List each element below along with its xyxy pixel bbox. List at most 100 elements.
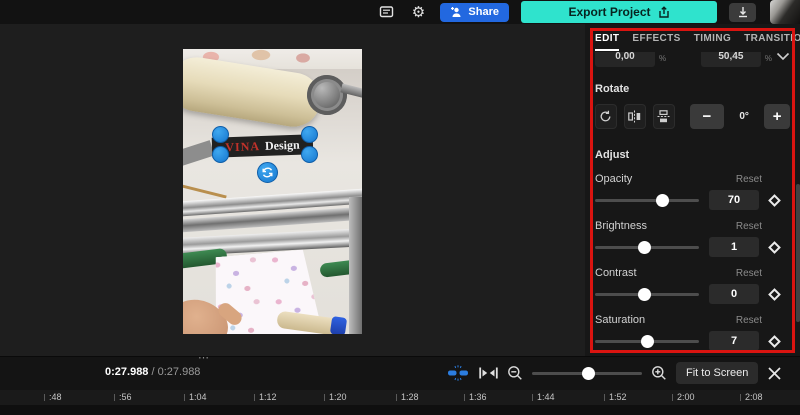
contrast-control: Contrast Reset 0 bbox=[585, 264, 800, 304]
rotate-decrease-button[interactable]: − bbox=[689, 104, 725, 129]
saturation-slider[interactable] bbox=[595, 334, 699, 348]
tab-timing[interactable]: TIMING bbox=[694, 33, 731, 51]
timeline-controls: Fit to Screen bbox=[446, 362, 782, 384]
flip-vertical-icon bbox=[657, 110, 670, 123]
export-project-button[interactable]: Export Project bbox=[521, 1, 717, 23]
ruler-label: 1:36 bbox=[464, 392, 487, 402]
opacity-slider[interactable] bbox=[595, 193, 699, 207]
ruler-label: :56 bbox=[114, 392, 132, 402]
brightness-label: Brightness bbox=[595, 220, 647, 232]
selection-handle-top-left[interactable] bbox=[212, 126, 229, 143]
rotate-selection-handle[interactable] bbox=[257, 162, 278, 183]
adjust-section-title: Adjust bbox=[595, 149, 630, 161]
panel-scrollbar[interactable] bbox=[796, 184, 800, 322]
tab-transitions[interactable]: TRANSITIONS bbox=[744, 33, 800, 51]
share-label: Share bbox=[468, 6, 499, 18]
close-icon[interactable] bbox=[767, 366, 782, 381]
brightness-slider-thumb[interactable] bbox=[637, 240, 651, 254]
export-label: Export Project bbox=[568, 5, 651, 19]
saturation-slider-thumb[interactable] bbox=[641, 334, 654, 348]
flip-vertical-button[interactable] bbox=[652, 104, 675, 129]
transform-values-row: 0,00 % 50,45 % bbox=[595, 52, 790, 69]
transform-value-field[interactable]: 0,00 bbox=[595, 52, 655, 67]
timecode-display: 0:27.988 / 0:27.988 bbox=[105, 366, 200, 378]
ruler-label: 1:28 bbox=[396, 392, 419, 402]
zoom-in-icon[interactable] bbox=[651, 365, 667, 381]
flip-horizontal-icon bbox=[628, 110, 641, 123]
download-icon bbox=[738, 7, 747, 18]
saturation-value-field[interactable]: 7 bbox=[709, 331, 759, 351]
tab-effects[interactable]: EFFECTS bbox=[632, 33, 680, 51]
fit-to-screen-button[interactable]: Fit to Screen bbox=[676, 362, 759, 384]
topbar: ⚙ Share Export Project bbox=[0, 0, 800, 24]
timeline-ruler[interactable]: :40 :48 :56 1:04 1:12 1:20 1:28 1:36 1:4… bbox=[0, 390, 800, 405]
flip-horizontal-button[interactable] bbox=[623, 104, 646, 129]
opacity-keyframe-icon[interactable] bbox=[768, 193, 781, 207]
rotate-increase-button[interactable]: + bbox=[764, 104, 791, 129]
contrast-slider-thumb[interactable] bbox=[637, 287, 651, 301]
total-time: 0:27.988 bbox=[157, 366, 201, 378]
timeline-panel: ⋯ 0:27.988 / 0:27.988 Fit to Screen:48 … bbox=[0, 352, 800, 415]
timeline-zoom-slider[interactable] bbox=[532, 366, 642, 380]
fit-clip-icon[interactable] bbox=[479, 366, 498, 380]
brightness-value-field[interactable]: 1 bbox=[709, 237, 759, 257]
transform-value-field[interactable]: 50,45 bbox=[700, 52, 761, 67]
edit-panel: EDIT EFFECTS TIMING TRANSITIONS 0,00 % 5… bbox=[585, 24, 800, 356]
opacity-control: Opacity Reset 70 bbox=[585, 170, 800, 210]
rotate-controls: − 0° + bbox=[585, 104, 800, 129]
ruler-label: 1:04 bbox=[184, 392, 207, 402]
chevron-down-icon[interactable] bbox=[776, 52, 790, 61]
timeline-track-area[interactable] bbox=[0, 405, 800, 415]
transform-unit: % bbox=[659, 54, 667, 63]
saturation-reset-button[interactable]: Reset bbox=[736, 315, 762, 326]
transform-unit: % bbox=[764, 54, 772, 63]
machine-frame-art bbox=[349, 197, 362, 334]
panel-tabs: EDIT EFFECTS TIMING TRANSITIONS bbox=[585, 24, 800, 51]
ruler-label: 1:52 bbox=[604, 392, 627, 402]
opacity-slider-thumb[interactable] bbox=[655, 193, 669, 207]
opacity-reset-button[interactable]: Reset bbox=[736, 174, 762, 185]
saturation-label: Saturation bbox=[595, 314, 646, 326]
contrast-slider[interactable] bbox=[595, 287, 699, 301]
time-separator: / bbox=[148, 366, 158, 378]
brightness-control: Brightness Reset 1 bbox=[585, 217, 800, 257]
settings-gear-icon[interactable]: ⚙ bbox=[408, 2, 428, 22]
tab-edit[interactable]: EDIT bbox=[595, 33, 620, 51]
rotate-90-button[interactable] bbox=[595, 104, 617, 129]
rotate-icon bbox=[601, 110, 611, 122]
snap-toggle-icon[interactable] bbox=[446, 364, 470, 382]
selection-handle-top-right[interactable] bbox=[301, 126, 318, 143]
machine-blue-cap-art bbox=[329, 316, 348, 334]
ruler-label: 2:08 bbox=[740, 392, 763, 402]
brightness-slider[interactable] bbox=[595, 240, 699, 254]
brightness-reset-button[interactable]: Reset bbox=[736, 221, 762, 232]
ruler-label: 1:44 bbox=[532, 392, 555, 402]
timeline-resize-handle[interactable]: ⋯ bbox=[198, 351, 210, 364]
saturation-keyframe-icon[interactable] bbox=[768, 334, 781, 348]
contrast-keyframe-icon[interactable] bbox=[768, 287, 781, 301]
download-button[interactable] bbox=[729, 2, 756, 22]
timeline-zoom-thumb[interactable] bbox=[581, 366, 595, 380]
overlay-word-design: Design bbox=[264, 137, 300, 153]
brightness-keyframe-icon[interactable] bbox=[768, 240, 781, 254]
comment-icon[interactable] bbox=[376, 2, 396, 22]
ruler-label: :48 bbox=[44, 392, 62, 402]
user-avatar[interactable] bbox=[770, 0, 800, 24]
zoom-out-icon[interactable] bbox=[507, 365, 523, 381]
saturation-control: Saturation Reset 7 bbox=[585, 311, 800, 351]
export-icon bbox=[658, 5, 669, 18]
rotate-section-title: Rotate bbox=[595, 83, 630, 95]
selection-handle-bottom-left[interactable] bbox=[212, 146, 229, 163]
contrast-reset-button[interactable]: Reset bbox=[736, 268, 762, 279]
overlay-word-vina: VINA bbox=[225, 138, 261, 154]
contrast-value-field[interactable]: 0 bbox=[709, 284, 759, 304]
ruler-label: 2:00 bbox=[672, 392, 695, 402]
current-time: 0:27.988 bbox=[105, 366, 149, 378]
selection-handle-bottom-right[interactable] bbox=[301, 146, 318, 163]
video-preview-canvas[interactable]: VINA Design bbox=[183, 49, 362, 334]
video-editor-app: ⚙ Share Export Project VINA Design EDIT … bbox=[0, 0, 800, 415]
machine-bracket-art bbox=[183, 140, 215, 166]
opacity-value-field[interactable]: 70 bbox=[709, 190, 759, 210]
ruler-label: 1:12 bbox=[254, 392, 277, 402]
share-button[interactable]: Share bbox=[440, 2, 509, 22]
